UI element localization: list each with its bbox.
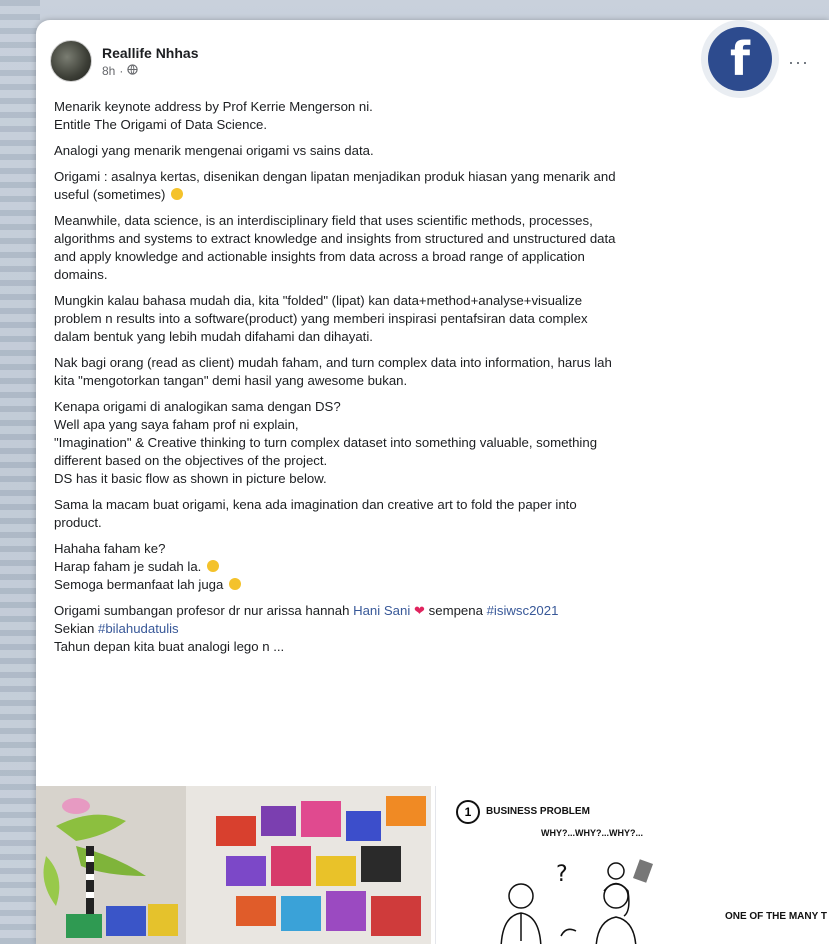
text-line: Sama la macam buat origami, kena ada ima… <box>54 497 577 512</box>
heart-icon: ❤ <box>413 603 425 618</box>
text-line: "Imagination" & Creative thinking to tur… <box>54 435 598 450</box>
lego-photo[interactable] <box>36 786 431 944</box>
post-paragraph: Nak bagi orang (read as client) mudah fa… <box>54 354 806 390</box>
text-line: useful (sometimes) <box>54 186 806 204</box>
more-options-icon[interactable]: ··· <box>788 52 809 73</box>
facebook-logo-icon: f <box>708 27 772 91</box>
text-line: Analogi yang menarik mengenai origami vs… <box>54 143 374 158</box>
post-paragraph: Sama la macam buat origami, kena ada ima… <box>54 496 806 532</box>
text-line: and apply knowledge and actionable insig… <box>54 249 585 264</box>
post-meta: 8h · <box>102 64 198 78</box>
text-span: Origami sumbangan profesor dr nur arissa… <box>54 603 354 618</box>
text-line: kita "mengotorkan tangan" demi hasil yan… <box>54 373 408 388</box>
post-paragraph: Menarik keynote address by Prof Kerrie M… <box>54 98 806 134</box>
text-line: Hahaha faham ke? <box>54 541 166 556</box>
text-line: Semoga bermanfaat lah juga <box>54 576 806 594</box>
text-line: Origami : asalnya kertas, disenikan deng… <box>54 169 616 184</box>
post-paragraph: Origami : asalnya kertas, disenikan deng… <box>54 168 806 204</box>
text-line: Harap faham je sudah la. <box>54 558 806 576</box>
text-span: sempena <box>425 603 487 618</box>
mention-link[interactable]: Hani Sani <box>353 603 410 618</box>
text-line: algorithms and systems to extract knowle… <box>54 231 616 246</box>
text-line: Mungkin kalau bahasa mudah dia, kita "fo… <box>54 293 583 308</box>
text-span: Harap faham je sudah la. <box>54 559 202 574</box>
post-paragraph: Analogi yang menarik mengenai origami vs… <box>54 142 806 160</box>
text-line: Menarik keynote address by Prof Kerrie M… <box>54 99 373 114</box>
lego-photo-illustration <box>36 786 431 944</box>
text-line: Kenapa origami di analogikan sama dengan… <box>54 399 341 414</box>
post-paragraph: Origami sumbangan profesor dr nur arissa… <box>54 602 806 656</box>
globe-icon <box>127 63 139 78</box>
text-line: dalam bentuk yang lebih mudah difahami d… <box>54 329 373 344</box>
text-line: problem n results into a software(produc… <box>54 311 588 326</box>
text-span: Semoga bermanfaat lah juga <box>54 577 224 592</box>
text-line: Well apa yang saya faham prof ni explain… <box>54 417 299 432</box>
text-line: Origami sumbangan profesor dr nur arissa… <box>54 602 806 620</box>
hashtag-link[interactable]: #isiwsc2021 <box>487 603 559 618</box>
post-paragraph: Mungkin kalau bahasa mudah dia, kita "fo… <box>54 292 806 346</box>
caption-text: ONE OF THE MANY T <box>724 911 827 922</box>
text-span: useful (sometimes) <box>54 187 166 202</box>
laughing-emoji-icon <box>171 188 184 200</box>
why-text: WHY?...WHY?...WHY?... <box>541 828 643 838</box>
step-number: 1 <box>456 800 480 824</box>
text-span: Sekian <box>54 621 98 636</box>
post-body: Menarik keynote address by Prof Kerrie M… <box>54 98 806 664</box>
facebook-logo-badge: f <box>701 20 779 98</box>
laughing-emoji-icon <box>207 560 220 572</box>
text-line: Sekian #bilahudatulis <box>54 620 806 638</box>
post-paragraph: Hahaha faham ke? Harap faham je sudah la… <box>54 540 806 594</box>
people-sketch-icon: ? <box>500 859 653 944</box>
smile-emoji-icon <box>229 578 242 590</box>
author-block: Reallife Nhhas 8h · <box>102 45 198 78</box>
text-line: domains. <box>54 267 108 282</box>
post-header: Reallife Nhhas 8h · <box>50 40 198 82</box>
meta-separator: · <box>119 63 124 78</box>
post-time[interactable]: 8h <box>102 64 115 78</box>
text-line: Nak bagi orang (read as client) mudah fa… <box>54 355 612 370</box>
text-line: different based on the objectives of the… <box>54 453 328 468</box>
post-media: 1 BUSINESS PROBLEM WHY?...WHY?...WHY?...… <box>36 786 829 944</box>
text-line: Entitle The Origami of Data Science. <box>54 117 268 132</box>
background-stripes <box>0 0 40 944</box>
svg-text:?: ? <box>556 862 568 887</box>
post-paragraph: Kenapa origami di analogikan sama dengan… <box>54 398 806 488</box>
data-science-flow-image[interactable]: 1 BUSINESS PROBLEM WHY?...WHY?...WHY?...… <box>435 786 829 944</box>
business-problem-title: BUSINESS PROBLEM <box>486 806 590 817</box>
author-name[interactable]: Reallife Nhhas <box>102 45 198 61</box>
text-line: DS has it basic flow as shown in picture… <box>54 471 327 486</box>
author-avatar[interactable] <box>50 40 92 82</box>
text-line: product. <box>54 515 102 530</box>
text-line: Tahun depan kita buat analogi lego n ... <box>54 639 285 654</box>
post-paragraph: Meanwhile, data science, is an interdisc… <box>54 212 806 284</box>
text-line: Meanwhile, data science, is an interdisc… <box>54 213 593 228</box>
facebook-post-card: Reallife Nhhas 8h · f ··· Menarik keynot… <box>36 20 829 944</box>
hashtag-link[interactable]: #bilahudatulis <box>98 621 179 636</box>
